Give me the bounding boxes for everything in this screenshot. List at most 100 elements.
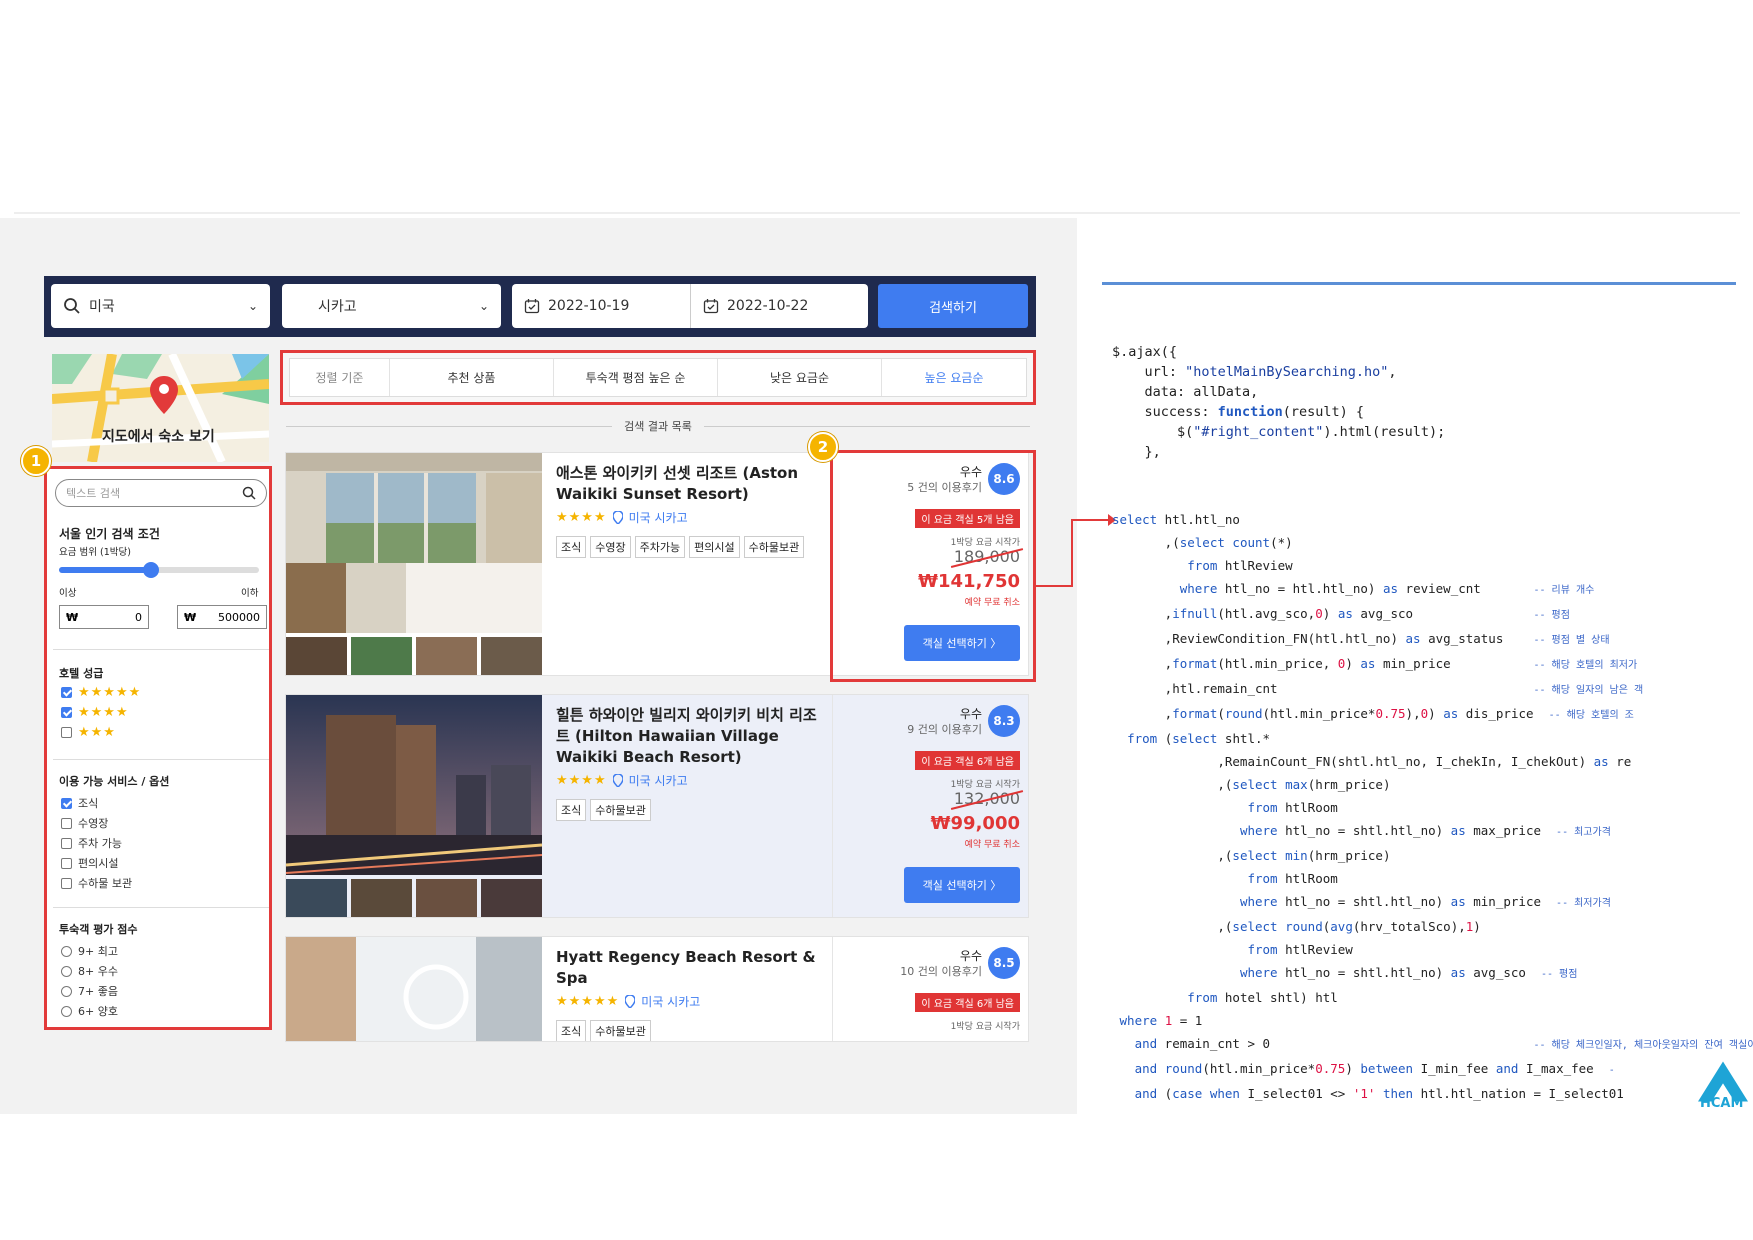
checkin-value: 2022-10-19: [548, 298, 630, 314]
thumbnail[interactable]: [416, 637, 477, 675]
sort-price-low[interactable]: 낮은 요금순: [718, 359, 882, 396]
code-comment: -- 해당 호텔의 최저가: [1533, 660, 1638, 671]
price-highlight-box: [830, 450, 1036, 682]
checkbox[interactable]: [61, 817, 72, 829]
location-pin-icon: [612, 511, 623, 524]
search-button[interactable]: 검색하기: [878, 284, 1028, 328]
code-line: from htlReview: [1247, 942, 1353, 957]
service-option-luggage[interactable]: 수하물 보관: [61, 875, 132, 891]
checkbox[interactable]: [61, 877, 72, 889]
calendar-icon: [703, 299, 719, 314]
service-option-parking[interactable]: 주차 가능: [61, 835, 122, 851]
thumbnail[interactable]: [351, 879, 412, 917]
code-line: select htl.htl_no: [1112, 512, 1240, 527]
code-line: ,ReviewCondition_FN(htl.htl_no) as avg_s…: [1112, 631, 1610, 646]
hotel-location: ★★★★ 미국 시카고: [556, 509, 826, 526]
hotel-photo: [286, 695, 542, 875]
thumbnail[interactable]: [481, 637, 542, 675]
map-pin-icon: [150, 376, 178, 414]
service-option-amenities[interactable]: 편의시설: [61, 855, 118, 871]
code-line: from hotel shtl) htl: [1187, 990, 1338, 1005]
grade-option-4[interactable]: ★★★★: [61, 705, 129, 720]
grade-option-5[interactable]: ★★★★★: [61, 685, 141, 700]
max-price-input[interactable]: ₩ 500000: [177, 605, 267, 629]
amenity-tag: 조식: [556, 799, 587, 821]
max-price-value: 500000: [218, 610, 260, 624]
score-badge: 8.3: [988, 705, 1020, 737]
min-price-input[interactable]: ₩ 0: [59, 605, 149, 629]
sort-price-high[interactable]: 높은 요금순: [882, 359, 1026, 396]
code-comment: -- 평점 별 상태: [1533, 635, 1610, 646]
code-comment: -- 해당 체크인일자, 체크아웃일자의 잔여 객실이 있: [1533, 1040, 1753, 1051]
checkin-date-field[interactable]: 2022-10-19: [512, 284, 690, 328]
code-line: ,htl.remain_cnt -- 해당 일자의 남은 객: [1112, 681, 1644, 696]
score-option-6[interactable]: 6+ 양호: [61, 1003, 118, 1019]
thumbnail[interactable]: [481, 879, 542, 917]
hotel-card[interactable]: Hyatt Regency Beach Resort & Spa ★★★★★ 미…: [285, 936, 1029, 1042]
map-preview[interactable]: 지도에서 숙소 보기: [52, 354, 269, 462]
service-label: 조식: [78, 797, 99, 810]
text-search-input[interactable]: 텍스트 검색: [55, 479, 267, 507]
price-panel: 우수 10 건의 이용후기 8.5 이 요금 객실 6개 남음 1박당 요금 시…: [832, 937, 1028, 1041]
thumbnail-strip: [286, 879, 542, 917]
score-label: 9+ 최고: [78, 945, 118, 958]
score-option-8[interactable]: 8+ 우수: [61, 963, 118, 979]
chevron-down-icon: ⌄: [478, 299, 489, 313]
price-slider-handle[interactable]: [143, 562, 159, 578]
remaining-rooms-badge: 이 요금 객실 6개 남음: [915, 993, 1020, 1012]
sort-rating[interactable]: 투숙객 평점 높은 순: [554, 359, 718, 396]
checkbox[interactable]: [61, 857, 72, 869]
min-price-value: 0: [135, 610, 142, 624]
hotel-name[interactable]: Hyatt Regency Beach Resort & Spa: [556, 947, 826, 989]
country-select[interactable]: 미국 ⌄: [51, 284, 270, 328]
code-comment: -- 최저가격: [1556, 898, 1611, 909]
checkbox[interactable]: [61, 797, 72, 809]
results-heading: 검색 결과 목록: [286, 418, 1030, 434]
checkbox[interactable]: [61, 837, 72, 849]
price-panel: 우수 9 건의 이용후기 8.3 이 요금 객실 6개 남음 1박당 요금 시작…: [832, 695, 1028, 917]
location-text: 미국 시카고: [628, 511, 688, 525]
score-option-9[interactable]: 9+ 최고: [61, 943, 118, 959]
calendar-icon: [524, 299, 540, 314]
ajax-code-block: $.ajax({ url: "hotelMainBySearching.ho",…: [1112, 342, 1445, 462]
price-range-label: 요금 범위 (1박당): [59, 547, 131, 558]
city-select[interactable]: 시카고 ⌄: [282, 284, 501, 328]
code-comment: -- 최고가격: [1556, 827, 1611, 838]
amenity-tag: 수영장: [590, 536, 631, 558]
hotel-name[interactable]: 힐튼 하와이안 빌리지 와이키키 비치 리조트 (Hilton Hawaiian…: [556, 705, 826, 768]
code-line: ,(select count(*): [1112, 535, 1293, 550]
hotel-name[interactable]: 애스톤 와이키키 선셋 리조트 (Aston Waikiki Sunset Re…: [556, 463, 826, 505]
grade-option-3[interactable]: ★★★: [61, 725, 116, 740]
checkbox[interactable]: [61, 727, 72, 738]
search-icon: [242, 486, 256, 500]
thumbnail[interactable]: [351, 637, 412, 675]
service-option-breakfast[interactable]: 조식: [61, 795, 98, 811]
radio[interactable]: [61, 945, 72, 957]
checkbox[interactable]: [61, 687, 72, 698]
code-line: ,(select max(hrm_price): [1112, 777, 1391, 792]
hotel-card[interactable]: 힐튼 하와이안 빌리지 와이키키 비치 리조트 (Hilton Hawaiian…: [285, 694, 1029, 918]
radio[interactable]: [61, 1005, 72, 1017]
radio[interactable]: [61, 985, 72, 997]
sort-recommended[interactable]: 추천 상품: [390, 359, 554, 396]
sort-options: 정렬 기준 추천 상품 투숙객 평점 높은 순 낮은 요금순 높은 요금순: [289, 358, 1027, 397]
score-option-7[interactable]: 7+ 좋음: [61, 983, 118, 999]
radio[interactable]: [61, 965, 72, 977]
divider: [53, 759, 269, 760]
code-line: and remain_cnt > 0 -- 해당 체크인일자, 체크아웃일자의 …: [1112, 1032, 1753, 1057]
star-rating: ★★★: [78, 725, 116, 740]
sql-code-block: select htl.htl_no ,(select count(*) from…: [1112, 508, 1753, 1105]
thumbnail[interactable]: [286, 637, 347, 675]
thumbnail[interactable]: [416, 879, 477, 917]
code-line: ,ifnull(htl.avg_sco,0) as avg_sco -- 평점: [1112, 606, 1570, 621]
service-option-pool[interactable]: 수영장: [61, 815, 108, 831]
price-slider[interactable]: [59, 562, 259, 578]
free-cancel-label: 예약 무료 취소: [964, 840, 1020, 850]
select-room-button[interactable]: 객실 선택하기 〉: [904, 867, 1020, 903]
thumbnail[interactable]: [286, 879, 347, 917]
checkbox[interactable]: [61, 707, 72, 718]
popular-title: 서울 인기 검색 조건: [59, 527, 160, 541]
divider: [53, 649, 269, 650]
checkout-date-field[interactable]: 2022-10-22: [690, 284, 868, 328]
code-line: ,format(round(htl.min_price*0.75),0) as …: [1112, 706, 1634, 721]
